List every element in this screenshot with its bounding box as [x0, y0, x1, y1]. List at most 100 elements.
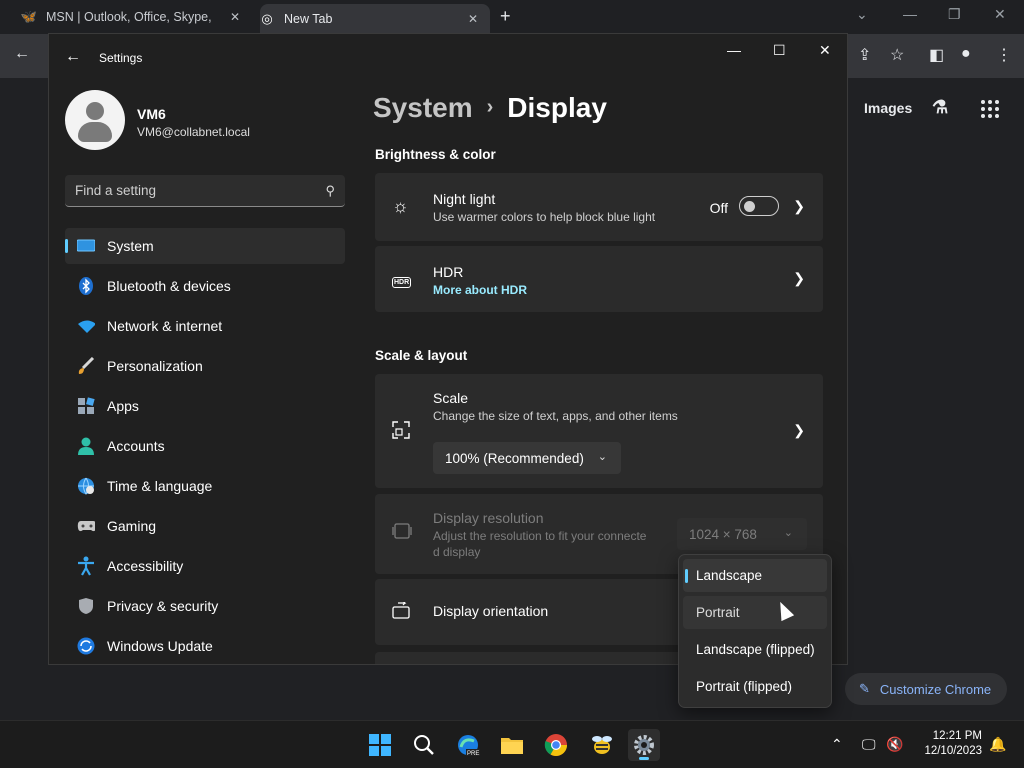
- clock[interactable]: 12:21 PM 12/10/2023: [910, 729, 982, 759]
- chevron-up-icon[interactable]: ⌃: [831, 736, 843, 753]
- network-icon[interactable]: 🖵: [862, 736, 876, 753]
- globe-clock-icon: [77, 477, 95, 495]
- share-icon[interactable]: ⇪: [858, 45, 871, 65]
- resolution-subtitle-line2: d display: [433, 545, 481, 559]
- file-explorer-icon[interactable]: [496, 729, 528, 761]
- sidebar-item-personalization[interactable]: Personalization: [65, 348, 345, 384]
- option-label: Portrait (flipped): [696, 679, 793, 694]
- option-portrait[interactable]: Portrait: [683, 596, 827, 629]
- sidebar-item-system[interactable]: System: [65, 228, 345, 264]
- page-title: Display: [507, 92, 607, 123]
- notification-bell-icon[interactable]: 🔔: [989, 736, 1006, 753]
- profile-icon[interactable]: ●: [961, 45, 971, 63]
- back-arrow-icon[interactable]: ←: [65, 48, 81, 66]
- night-light-subtitle: Use warmer colors to help block blue lig…: [433, 210, 656, 224]
- avatar[interactable]: [65, 90, 125, 150]
- tab-search-icon[interactable]: ⌄: [856, 6, 868, 23]
- monitor-icon: [77, 237, 95, 255]
- tab-new-tab[interactable]: ◎ New Tab ✕: [260, 4, 490, 34]
- menu-icon[interactable]: ⋮: [996, 45, 1012, 65]
- tab-msn[interactable]: 🦋 MSN | Outlook, Office, Skype, Bing ✕: [21, 4, 252, 30]
- close-icon[interactable]: ✕: [994, 6, 1006, 23]
- night-light-card[interactable]: ☼ Night light Use warmer colors to help …: [375, 173, 823, 241]
- svg-text:PRE: PRE: [467, 751, 479, 757]
- sidebar-nav: System Bluetooth & devices Network & int…: [65, 228, 345, 664]
- sidebar-item-network[interactable]: Network & internet: [65, 308, 345, 344]
- sidebar-item-label: Apps: [107, 398, 139, 414]
- start-button[interactable]: [364, 729, 396, 761]
- sidebar-item-gaming[interactable]: Gaming: [65, 508, 345, 544]
- sidebar-item-time-language[interactable]: Time & language: [65, 468, 345, 504]
- sun-icon: ☼: [392, 196, 409, 216]
- new-tab-button[interactable]: +: [500, 6, 511, 27]
- taskbar: PRE ⌃ 🖵 🔇 12:21 PM 12/10/2023 🔔: [0, 720, 1024, 768]
- search-icon[interactable]: [408, 729, 440, 761]
- sidebar-item-privacy[interactable]: Privacy & security: [65, 588, 345, 624]
- images-link[interactable]: Images: [864, 100, 912, 116]
- resolution-title: Display resolution: [433, 510, 544, 526]
- close-icon[interactable]: ✕: [819, 42, 831, 59]
- option-label: Portrait: [696, 605, 740, 620]
- option-portrait-flipped[interactable]: Portrait (flipped): [683, 670, 827, 703]
- resolution-dropdown: 1024 × 768 ⌄: [677, 518, 807, 550]
- window-title: Settings: [99, 51, 143, 65]
- update-icon: [77, 637, 95, 655]
- scale-card[interactable]: Scale Change the size of text, apps, and…: [375, 374, 823, 488]
- sidebar-item-apps[interactable]: Apps: [65, 388, 345, 424]
- clock-date: 12/10/2023: [924, 745, 982, 757]
- sidebar-item-label: Privacy & security: [107, 598, 219, 614]
- settings-gear-icon[interactable]: [628, 729, 660, 761]
- customize-chrome-button[interactable]: ✎ Customize Chrome: [845, 673, 1007, 705]
- minimize-icon[interactable]: —: [727, 42, 741, 58]
- scale-dropdown[interactable]: 100% (Recommended) ⌄: [433, 442, 621, 474]
- sidebar-item-bluetooth[interactable]: Bluetooth & devices: [65, 268, 345, 304]
- toggle-state-label: Off: [709, 200, 728, 216]
- minimize-icon[interactable]: —: [903, 6, 917, 22]
- resolution-subtitle-line1: Adjust the resolution to fit your connec…: [433, 529, 647, 543]
- scale-value: 100% (Recommended): [445, 450, 584, 466]
- volume-muted-icon[interactable]: 🔇: [886, 736, 903, 753]
- search-input[interactable]: [75, 183, 326, 198]
- person-icon: [77, 437, 95, 455]
- pencil-icon: ✎: [859, 681, 870, 696]
- option-label: Landscape: [696, 568, 763, 583]
- tab-title: New Tab: [284, 12, 333, 26]
- option-landscape-flipped[interactable]: Landscape (flipped): [683, 633, 827, 666]
- hdr-icon: HDR: [392, 277, 412, 288]
- sidebar-item-accounts[interactable]: Accounts: [65, 428, 345, 464]
- labs-flask-icon[interactable]: ⚗: [932, 97, 948, 118]
- brush-icon: [77, 357, 95, 375]
- sidebar-item-accessibility[interactable]: Accessibility: [65, 548, 345, 584]
- clock-time: 12:21 PM: [932, 730, 982, 742]
- breadcrumb-parent[interactable]: System: [373, 92, 473, 123]
- side-panel-icon[interactable]: ◧: [929, 45, 944, 65]
- hdr-card[interactable]: HDR HDR More about HDR ❯: [375, 246, 823, 312]
- scale-icon: [392, 421, 410, 444]
- night-light-toggle[interactable]: [739, 196, 779, 216]
- sidebar-item-label: Windows Update: [107, 638, 213, 654]
- section-heading-brightness: Brightness & color: [375, 147, 496, 162]
- bluetooth-icon: [77, 277, 95, 295]
- title-bar: ← Settings — ☐ ✕: [49, 34, 847, 82]
- option-landscape[interactable]: Landscape: [683, 559, 827, 592]
- resolution-value: 1024 × 768: [689, 526, 757, 542]
- more-about-hdr-link[interactable]: More about HDR: [433, 283, 527, 297]
- edge-beta-icon[interactable]: PRE: [452, 729, 484, 761]
- maximize-icon[interactable]: ☐: [773, 42, 786, 59]
- sidebar-item-label: Personalization: [107, 358, 203, 374]
- tab-title: MSN | Outlook, Office, Skype, Bing: [46, 10, 216, 24]
- restore-icon[interactable]: ❐: [948, 6, 961, 23]
- back-icon[interactable]: ←: [14, 45, 30, 63]
- close-tab-icon[interactable]: ✕: [468, 12, 478, 26]
- bee-app-icon[interactable]: [586, 729, 618, 761]
- sidebar-item-windows-update[interactable]: Windows Update: [65, 628, 345, 664]
- chrome-icon[interactable]: [540, 729, 572, 761]
- bookmark-star-icon[interactable]: ☆: [890, 45, 904, 65]
- breadcrumb: System › Display: [373, 92, 607, 124]
- customize-chrome-label: Customize Chrome: [879, 681, 992, 697]
- apps-icon: [77, 397, 95, 415]
- sidebar-item-label: Accessibility: [107, 558, 184, 574]
- search-box[interactable]: ⚲: [65, 175, 345, 207]
- close-tab-icon[interactable]: ✕: [230, 10, 240, 24]
- apps-grid-icon[interactable]: [981, 100, 999, 118]
